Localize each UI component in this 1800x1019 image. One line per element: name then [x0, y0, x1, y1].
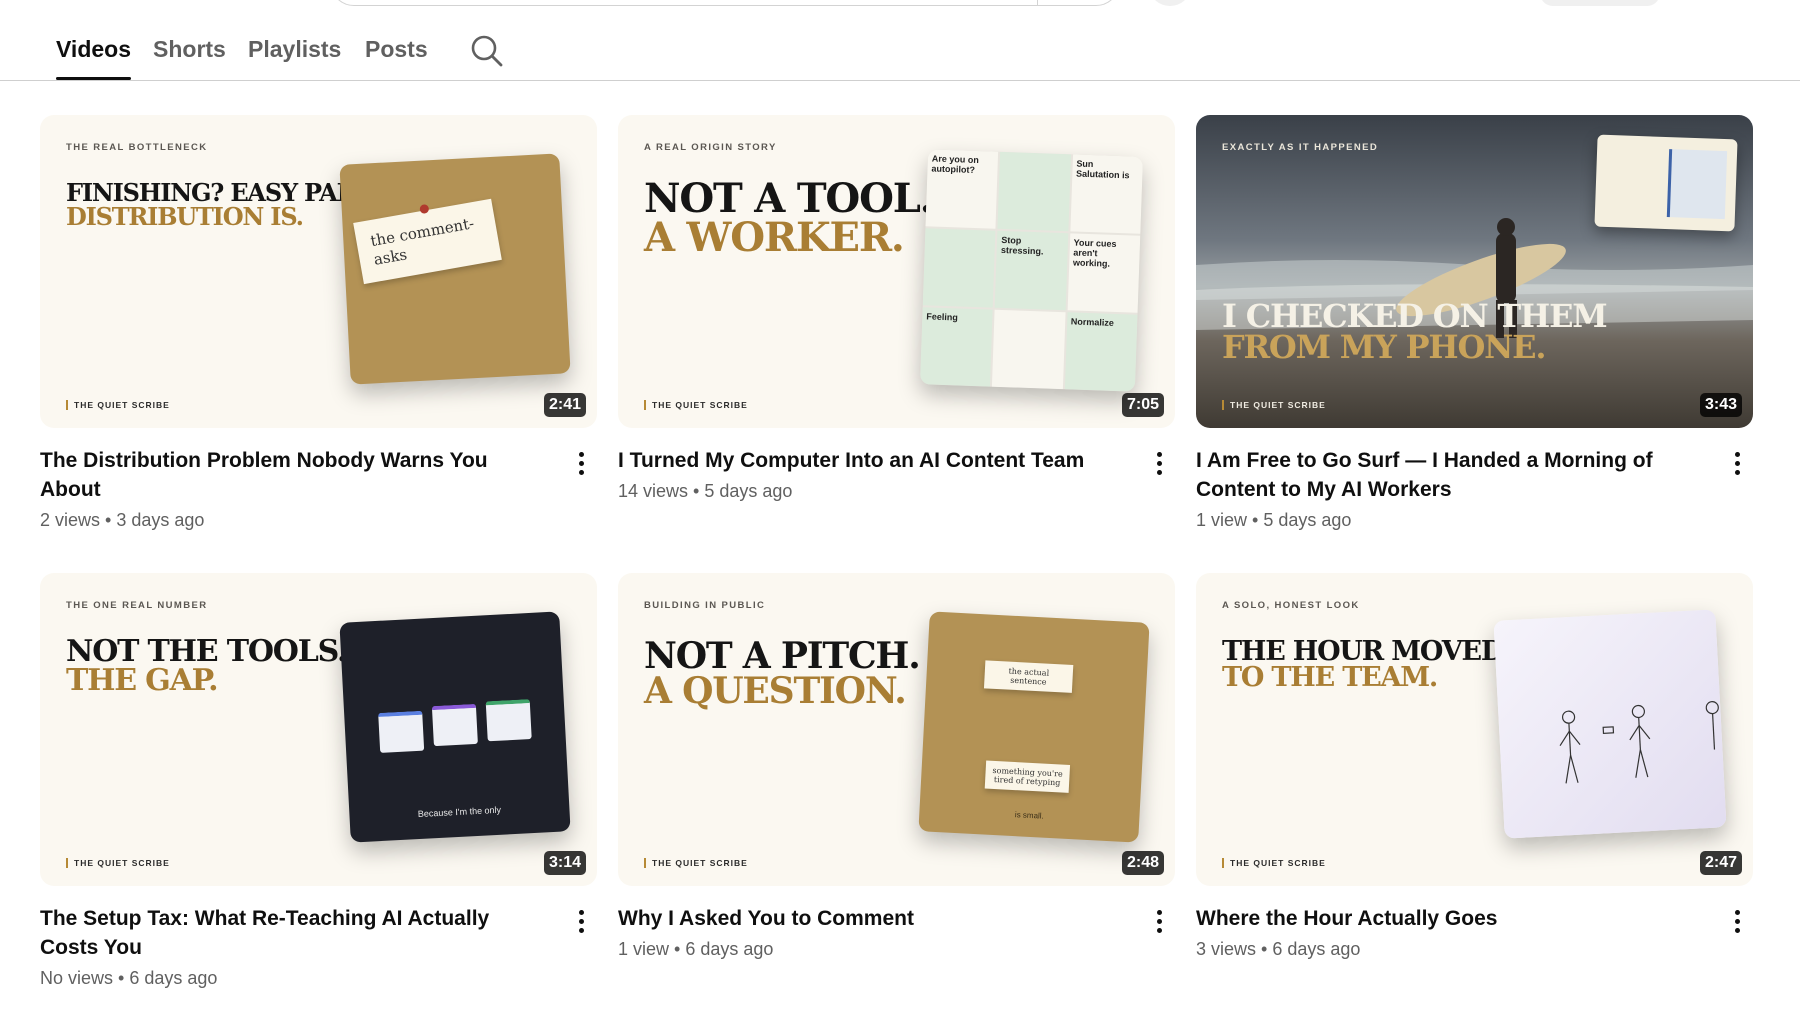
thumbnail-kicker: A SOLO, HONEST LOOK	[1222, 600, 1360, 611]
video-title[interactable]: I Turned My Computer Into an AI Content …	[618, 446, 1118, 506]
thumbnail-kicker: BUILDING IN PUBLIC	[644, 600, 766, 611]
thumbnail-headline: FINISHING? EASY PART. DISTRIBUTION IS.	[66, 178, 377, 231]
video-duration: 3:14	[543, 851, 586, 875]
more-options-icon[interactable]	[1725, 450, 1749, 480]
video-thumbnail[interactable]: BUILDING IN PUBLIC NOT A PITCH. A QUESTI…	[618, 573, 1175, 886]
thumbnail-brand: THE QUIET SCRIBE	[1222, 858, 1326, 868]
video-thumbnail[interactable]: EXACTLY AS IT HAPPENED I CHECKED ON THEM…	[1196, 115, 1753, 428]
video-title[interactable]: Where the Hour Actually Goes 3 views • 6…	[1196, 904, 1696, 964]
video-title[interactable]: The Distribution Problem Nobody Warns Yo…	[40, 446, 540, 535]
thumbnail-headline: I CHECKED ON THEM FROM MY PHONE.	[1222, 297, 1608, 367]
search-box[interactable]	[330, 0, 1120, 6]
video-title[interactable]: I Am Free to Go Surf — I Handed a Mornin…	[1196, 446, 1696, 535]
video-stats: 3 views • 6 days ago	[1196, 939, 1361, 959]
video-stats: 2 views • 3 days ago	[40, 510, 205, 530]
search-button[interactable]	[1037, 0, 1120, 6]
tab-videos[interactable]: Videos	[56, 36, 131, 80]
thumbnail-board: Because I'm the only	[339, 611, 571, 843]
video-duration: 2:41	[543, 393, 586, 417]
video-title[interactable]: The Setup Tax: What Re-Teaching AI Actua…	[40, 904, 540, 993]
video-card[interactable]: EXACTLY AS IT HAPPENED I CHECKED ON THEM…	[1196, 115, 1753, 538]
thumbnail-kicker: EXACTLY AS IT HAPPENED	[1222, 142, 1379, 153]
more-options-icon[interactable]	[1147, 908, 1171, 938]
video-card[interactable]: THE REAL BOTTLENECK FINISHING? EASY PART…	[40, 115, 597, 538]
thumbnail-board: the comment-asks	[339, 153, 571, 385]
video-thumbnail[interactable]: THE ONE REAL NUMBER NOT THE TOOLS. THE G…	[40, 573, 597, 886]
thumbnail-headline: NOT A PITCH. A QUESTION.	[644, 635, 921, 713]
more-options-icon[interactable]	[569, 908, 593, 938]
thumbnail-brand: THE QUIET SCRIBE	[66, 858, 170, 868]
thumbnail-kicker: THE REAL BOTTLENECK	[66, 142, 208, 153]
more-options-icon[interactable]	[569, 450, 593, 480]
more-options-icon[interactable]	[1725, 908, 1749, 938]
video-title[interactable]: Why I Asked You to Comment 1 view • 6 da…	[618, 904, 1118, 964]
stick-figures-illustration	[1559, 701, 1719, 784]
mic-button[interactable]	[1150, 0, 1190, 6]
video-stats: 1 view • 5 days ago	[1196, 510, 1352, 530]
video-duration: 7:05	[1121, 393, 1164, 417]
thumbnail-headline: NOT A TOOL. A WORKER.	[644, 175, 934, 262]
thumbnail-headline: THE HOUR MOVED. TO THE TEAM.	[1222, 636, 1512, 694]
tab-shorts[interactable]: Shorts	[153, 36, 226, 63]
tab-playlists[interactable]: Playlists	[248, 36, 341, 63]
video-stats: 14 views • 5 days ago	[618, 481, 793, 501]
tab-posts[interactable]: Posts	[365, 36, 428, 63]
video-thumbnail[interactable]: A REAL ORIGIN STORY NOT A TOOL. A WORKER…	[618, 115, 1175, 428]
more-options-icon[interactable]	[1147, 450, 1171, 480]
thumbnail-board: the actual sentence something you're tir…	[918, 611, 1150, 843]
video-card[interactable]: THE ONE REAL NUMBER NOT THE TOOLS. THE G…	[40, 573, 597, 996]
channel-tabs: Videos Shorts Playlists Posts	[0, 20, 1800, 81]
thumbnail-collage: Are you on autopilot? Sun Salutation is …	[919, 149, 1144, 392]
video-duration: 3:43	[1699, 393, 1742, 417]
thumbnail-brand: THE QUIET SCRIBE	[1222, 400, 1326, 410]
search-icon[interactable]	[470, 34, 504, 68]
thumbnail-brand: THE QUIET SCRIBE	[644, 858, 748, 868]
video-duration: 2:47	[1699, 851, 1742, 875]
thumbnail-kicker: A REAL ORIGIN STORY	[644, 142, 777, 153]
thumbnail-brand: THE QUIET SCRIBE	[644, 400, 748, 410]
video-card[interactable]: A REAL ORIGIN STORY NOT A TOOL. A WORKER…	[618, 115, 1175, 538]
thumbnail-board	[1493, 609, 1727, 839]
video-thumbnail[interactable]: THE REAL BOTTLENECK FINISHING? EASY PART…	[40, 115, 597, 428]
thumbnail-headline: NOT THE TOOLS. THE GAP.	[66, 634, 347, 699]
header-button[interactable]	[1540, 0, 1660, 6]
phone-screen-card	[1594, 134, 1738, 232]
video-stats: 1 view • 6 days ago	[618, 939, 774, 959]
video-card[interactable]: A SOLO, HONEST LOOK THE HOUR MOVED. TO T…	[1196, 573, 1753, 996]
thumbnail-kicker: THE ONE REAL NUMBER	[66, 600, 208, 611]
video-card[interactable]: BUILDING IN PUBLIC NOT A PITCH. A QUESTI…	[618, 573, 1175, 996]
video-thumbnail[interactable]: A SOLO, HONEST LOOK THE HOUR MOVED. TO T…	[1196, 573, 1753, 886]
top-bar-remnant	[0, 0, 1800, 8]
video-duration: 2:48	[1121, 851, 1164, 875]
video-stats: No views • 6 days ago	[40, 968, 218, 988]
thumbnail-brand: THE QUIET SCRIBE	[66, 400, 170, 410]
